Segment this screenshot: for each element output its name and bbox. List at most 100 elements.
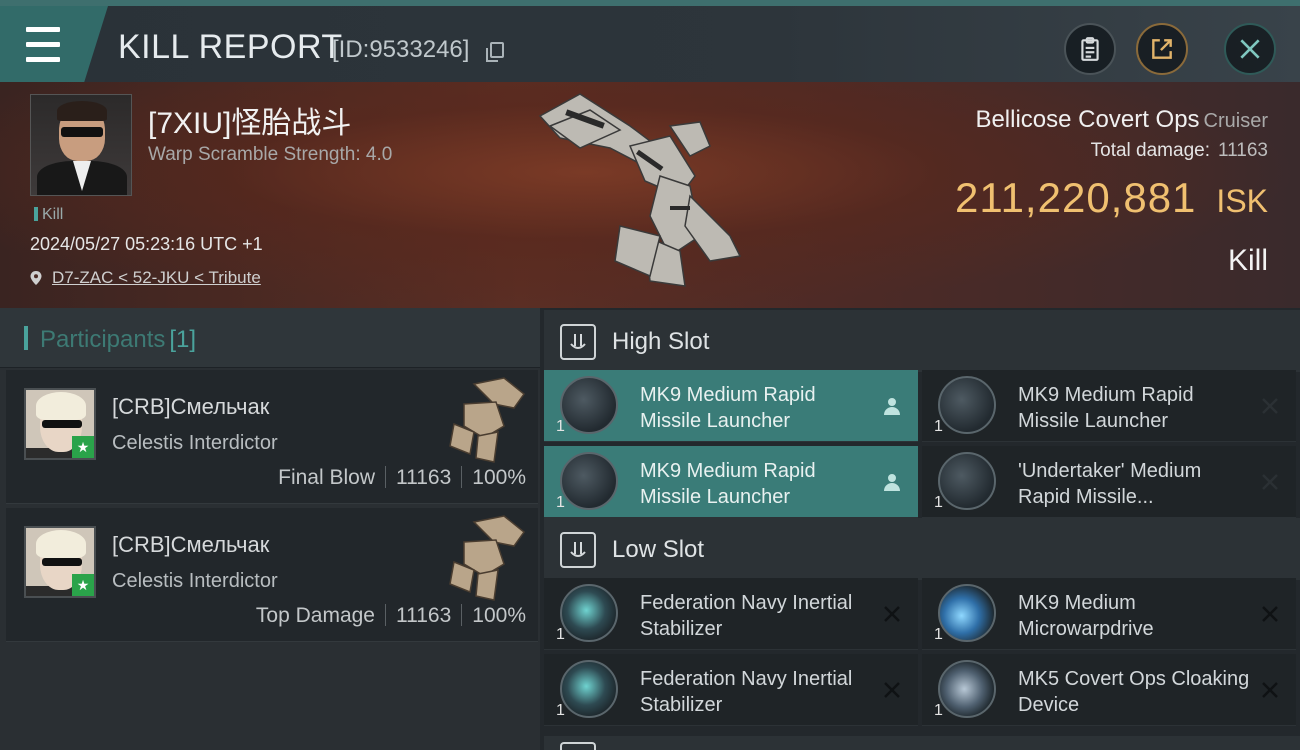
- close-icon: [1240, 39, 1260, 59]
- module-name: Federation Navy Inertial Stabilizer: [640, 592, 853, 640]
- destroyed-icon: [1256, 600, 1284, 628]
- low-slot-icon: [560, 532, 596, 568]
- destroyed-icon: [878, 600, 906, 628]
- destroyed-icon: [878, 676, 906, 704]
- hamburger-icon: [26, 22, 60, 67]
- module-quantity: 1: [556, 418, 565, 435]
- star-badge-icon: ★: [72, 574, 94, 596]
- low-slot-title: Low Slot: [612, 536, 705, 563]
- fitting-panel: High Slot 1 MK9 Medium Rapid Missile Lau…: [540, 308, 1300, 750]
- module-name: MK5 Covert Ops Cloaking Device: [1018, 668, 1250, 716]
- victim-portrait[interactable]: [30, 94, 132, 196]
- victim-name[interactable]: [7XIU]怪胎战斗: [148, 98, 351, 142]
- module-item[interactable]: 1 MK9 Medium Rapid Missile Launcher: [544, 446, 918, 518]
- participant-card[interactable]: ★ [CRB]Смельчак Celestis Interdictor Top…: [6, 508, 538, 642]
- module-quantity: 1: [556, 702, 565, 719]
- module-quantity: 1: [934, 494, 943, 511]
- location-text: D7-ZAC < 52-JKU < Tribute: [52, 268, 261, 287]
- location-pin-icon: [30, 271, 42, 285]
- inertial-stabilizer-icon: [560, 584, 618, 642]
- high-slot-header: High Slot: [544, 310, 1300, 372]
- module-quantity: 1: [934, 418, 943, 435]
- report-id: [ID:9533246]: [332, 36, 470, 63]
- participant-percent: 100%: [472, 604, 526, 627]
- module-item[interactable]: 1 Federation Navy Inertial Stabilizer: [544, 578, 918, 650]
- participants-count: [1]: [169, 326, 197, 353]
- high-slot-title: High Slot: [612, 328, 710, 355]
- module-quantity: 1: [934, 626, 943, 643]
- participant-stats: Top Damage 11163 100%: [256, 604, 526, 628]
- pilot-icon: [878, 468, 906, 496]
- victim-ship-type: Bellicose Covert Ops Cruiser: [975, 106, 1268, 134]
- participant-name: [CRB]Смельчак: [112, 394, 270, 419]
- isk-loss: 211,220,881 ISK: [955, 174, 1268, 222]
- participant-damage: 11163: [396, 604, 452, 627]
- total-damage: Total damage: 11163: [1091, 140, 1268, 162]
- participant-damage: 11163: [396, 466, 452, 489]
- share-icon: [1152, 39, 1172, 59]
- ship-class: Cruiser: [1203, 110, 1268, 132]
- pilot-icon: [878, 392, 906, 420]
- copy-icon[interactable]: [486, 42, 504, 62]
- total-damage-value: 11163: [1217, 140, 1268, 161]
- microwarpdrive-icon: [938, 584, 996, 642]
- victim-ship-image[interactable]: [520, 86, 780, 306]
- module-item[interactable]: 1 'Undertaker' Medium Rapid Missile...: [922, 446, 1296, 518]
- module-quantity: 1: [934, 702, 943, 719]
- participant-stats: Final Blow 11163 100%: [278, 466, 526, 490]
- participants-panel: Participants [1] ★ [CRB]Смельчак Celestis…: [0, 308, 540, 750]
- total-damage-label: Total damage:: [1090, 140, 1210, 161]
- participants-header: Participants [1]: [0, 308, 540, 368]
- kill-type-label: Kill: [1227, 244, 1268, 277]
- participant-role: Top Damage: [255, 604, 375, 627]
- participant-role: Final Blow: [278, 466, 375, 489]
- inertial-stabilizer-icon: [560, 660, 618, 718]
- close-button[interactable]: [1224, 23, 1276, 75]
- module-name: MK9 Medium Rapid Missile Launcher: [640, 460, 816, 508]
- page-title: KILL REPORT: [118, 28, 343, 66]
- clipboard-button[interactable]: [1064, 23, 1116, 75]
- module-name: MK9 Medium Microwarpdrive: [1018, 592, 1154, 640]
- missile-launcher-icon: [560, 452, 618, 510]
- kill-location-link[interactable]: D7-ZAC < 52-JKU < Tribute: [30, 268, 261, 288]
- ship-name: Bellicose Covert Ops: [975, 106, 1200, 133]
- participant-percent: 100%: [472, 466, 526, 489]
- module-quantity: 1: [556, 626, 565, 643]
- participant-name: [CRB]Смельчак: [112, 532, 270, 557]
- missile-launcher-icon: [938, 376, 996, 434]
- victim-summary: [7XIU]怪胎战斗 Warp Scramble Strength: 4.0 K…: [0, 82, 1300, 308]
- missile-launcher-icon: [938, 452, 996, 510]
- participant-ship: Celestis Interdictor: [112, 432, 278, 454]
- low-slot-header: Low Slot: [544, 518, 1300, 580]
- header-bar: KILL REPORT [ID:9533246]: [0, 0, 1300, 82]
- module-name: 'Undertaker' Medium Rapid Missile...: [1018, 460, 1202, 508]
- slot-icon: [560, 742, 596, 750]
- participant-ship-image: [449, 377, 526, 463]
- module-item[interactable]: 1 MK9 Medium Microwarpdrive: [922, 578, 1296, 650]
- participants-title: Participants [1]: [40, 326, 197, 353]
- destroyed-icon: [1256, 676, 1284, 704]
- kill-tag: Kill: [34, 206, 63, 224]
- participant-ship: Celestis Interdictor: [112, 570, 278, 592]
- participant-ship-image: [449, 515, 526, 601]
- isk-value: 211,220,881: [954, 174, 1197, 221]
- module-item[interactable]: 1 MK9 Medium Rapid Missile Launcher: [544, 370, 918, 442]
- cloaking-device-icon: [938, 660, 996, 718]
- module-name: MK9 Medium Rapid Missile Launcher: [640, 384, 816, 432]
- module-item[interactable]: 1 MK9 Medium Rapid Missile Launcher: [922, 370, 1296, 442]
- module-item[interactable]: 1 Federation Navy Inertial Stabilizer: [544, 654, 918, 726]
- warp-scramble-strength: Warp Scramble Strength: 4.0: [148, 144, 393, 165]
- module-name: MK9 Medium Rapid Missile Launcher: [1018, 384, 1194, 432]
- destroyed-icon: [1256, 468, 1284, 496]
- high-slot-icon: [560, 324, 596, 360]
- participant-card[interactable]: ★ [CRB]Смельчак Celestis Interdictor Fin…: [6, 370, 538, 504]
- isk-unit: ISK: [1216, 183, 1268, 219]
- module-item[interactable]: 1 MK5 Covert Ops Cloaking Device: [922, 654, 1296, 726]
- menu-button[interactable]: [0, 6, 108, 82]
- next-slot-header: [544, 736, 1300, 750]
- destroyed-icon: [1256, 392, 1284, 420]
- missile-launcher-icon: [560, 376, 618, 434]
- share-button[interactable]: [1136, 23, 1188, 75]
- kill-datetime: 2024/05/27 05:23:16 UTC +1: [30, 234, 263, 254]
- clipboard-icon: [1081, 37, 1099, 61]
